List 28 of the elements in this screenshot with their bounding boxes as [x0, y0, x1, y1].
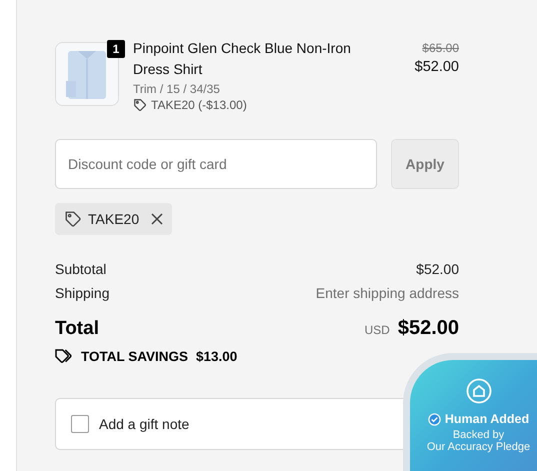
- total-value: $52.00: [398, 317, 459, 340]
- price: $52.00: [414, 59, 459, 75]
- total-label: Total: [55, 318, 99, 340]
- badge-title: Human Added: [444, 412, 530, 426]
- summary-value: Enter shipping address: [316, 285, 459, 301]
- tags-icon: [55, 348, 73, 364]
- badge-subtitle: Backed by Our Accuracy Pledge: [426, 429, 530, 453]
- summary-label: Subtotal: [55, 261, 106, 277]
- check-icon: [428, 412, 441, 426]
- summary-value: $52.00: [416, 261, 459, 277]
- savings-value: $13.00: [196, 348, 238, 364]
- tag-icon: [64, 210, 82, 228]
- savings-label: TOTAL SAVINGS: [81, 348, 188, 364]
- gift-note-label: Add a gift note: [99, 416, 190, 432]
- close-icon[interactable]: [151, 213, 164, 225]
- apply-button[interactable]: Apply: [391, 139, 459, 189]
- product-variant: Trim / 15 / 34/35: [133, 82, 221, 96]
- summary-label: Shipping: [55, 285, 110, 301]
- currency: USD: [364, 323, 390, 337]
- discount-code: TAKE20: [88, 211, 140, 227]
- product-name: Pinpoint Glen Check Blue Non-Iron Dress Shirt: [133, 39, 352, 79]
- gift-note-checkbox[interactable]: [71, 415, 89, 433]
- quantity-badge: 1: [107, 40, 125, 58]
- house-icon: [466, 378, 492, 404]
- tag-icon: [133, 98, 147, 112]
- original-price: $65.00: [422, 41, 459, 55]
- discount-label: TAKE20 (-$13.00): [151, 98, 247, 112]
- discount-field[interactable]: Discount code or gift card: [55, 139, 377, 189]
